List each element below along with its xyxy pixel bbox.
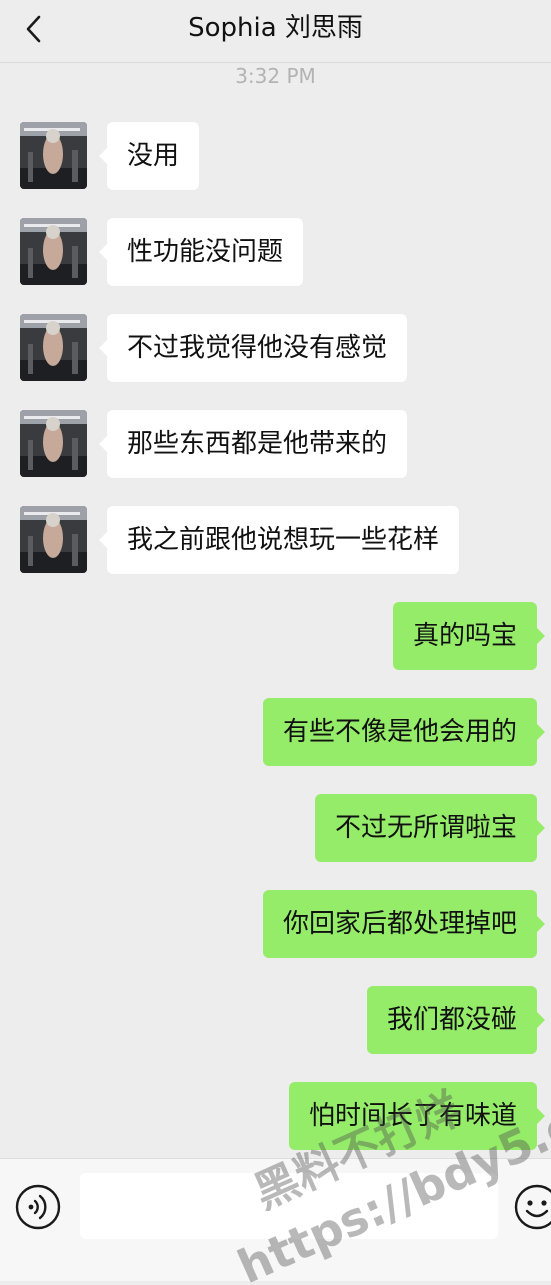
incoming-message-bubble[interactable]: 那些东西都是他带来的	[98, 410, 408, 478]
avatar[interactable]	[20, 506, 87, 573]
outgoing-message-bubble[interactable]: 我们都没碰	[366, 986, 546, 1054]
message-input[interactable]	[80, 1173, 498, 1239]
input-bar	[0, 1158, 551, 1281]
avatar[interactable]	[20, 122, 87, 189]
avatar[interactable]	[20, 314, 87, 381]
incoming-message-bubble[interactable]: 性功能没问题	[98, 218, 304, 286]
outgoing-message-bubble[interactable]: 有些不像是他会用的	[262, 698, 546, 766]
chat-title: Sophia 刘思雨	[188, 13, 363, 43]
outgoing-message-bubble[interactable]: 你回家后都处理掉吧	[262, 890, 546, 958]
message-timestamp: 3:32 PM	[235, 64, 316, 88]
incoming-message-bubble[interactable]: 没用	[98, 122, 200, 190]
incoming-message-bubble[interactable]: 我之前跟他说想玩一些花样	[98, 506, 460, 574]
chat-header: Sophia 刘思雨	[0, 0, 551, 63]
outgoing-message-bubble[interactable]: 不过无所谓啦宝	[314, 794, 546, 862]
avatar[interactable]	[20, 410, 87, 477]
outgoing-message-bubble[interactable]: 真的吗宝	[392, 602, 546, 670]
emoji-icon[interactable]	[514, 1184, 551, 1230]
avatar[interactable]	[20, 218, 87, 285]
outgoing-message-bubble[interactable]: 怕时间长了有味道	[288, 1082, 546, 1150]
voice-icon[interactable]	[15, 1184, 61, 1230]
incoming-message-bubble[interactable]: 不过我觉得他没有感觉	[98, 314, 408, 382]
